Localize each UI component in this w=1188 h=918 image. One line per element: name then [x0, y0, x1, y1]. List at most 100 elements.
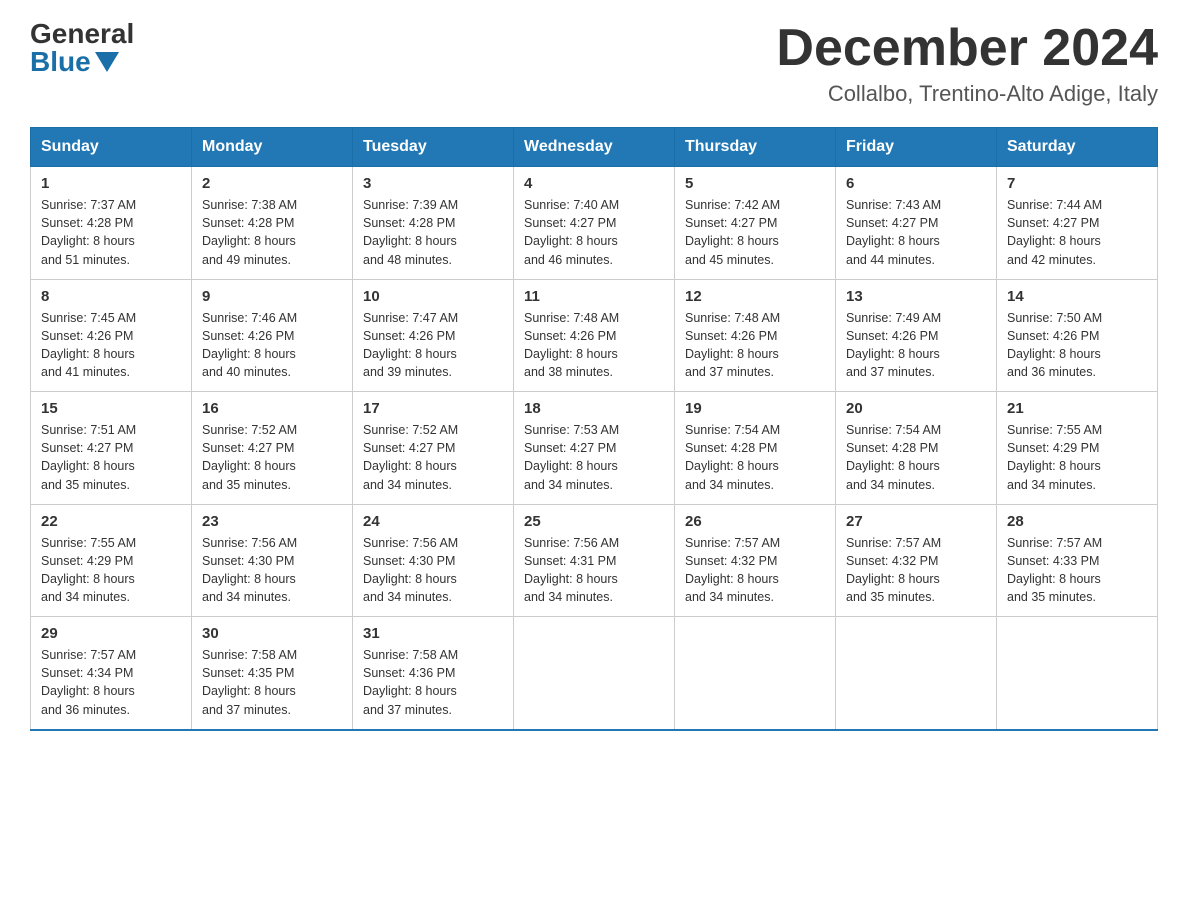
calendar-header-row: SundayMondayTuesdayWednesdayThursdayFrid…: [31, 128, 1158, 167]
day-info: Sunrise: 7:48 AMSunset: 4:26 PMDaylight:…: [685, 309, 825, 382]
day-number: 17: [363, 400, 503, 417]
col-header-wednesday: Wednesday: [514, 128, 675, 167]
day-info: Sunrise: 7:45 AMSunset: 4:26 PMDaylight:…: [41, 309, 181, 382]
table-row: 4Sunrise: 7:40 AMSunset: 4:27 PMDaylight…: [514, 167, 675, 280]
day-number: 29: [41, 625, 181, 642]
table-row: [997, 617, 1158, 730]
day-number: 9: [202, 288, 342, 305]
col-header-tuesday: Tuesday: [353, 128, 514, 167]
day-number: 3: [363, 175, 503, 192]
day-info: Sunrise: 7:46 AMSunset: 4:26 PMDaylight:…: [202, 309, 342, 382]
day-number: 21: [1007, 400, 1147, 417]
day-number: 11: [524, 288, 664, 305]
day-number: 6: [846, 175, 986, 192]
table-row: 15 Sunrise: 7:51 AMSunset: 4:27 PMDayligh…: [31, 392, 192, 505]
table-row: 20 Sunrise: 7:54 AMSunset: 4:28 PMDayligh…: [836, 392, 997, 505]
col-header-saturday: Saturday: [997, 128, 1158, 167]
table-row: 6 Sunrise: 7:43 AMSunset: 4:27 PMDaylight…: [836, 167, 997, 280]
col-header-thursday: Thursday: [675, 128, 836, 167]
calendar-week-row: 15 Sunrise: 7:51 AMSunset: 4:27 PMDayligh…: [31, 392, 1158, 505]
day-number: 10: [363, 288, 503, 305]
table-row: 21Sunrise: 7:55 AMSunset: 4:29 PMDayligh…: [997, 392, 1158, 505]
table-row: [514, 617, 675, 730]
day-info: Sunrise: 7:52 AMSunset: 4:27 PMDaylight:…: [202, 421, 342, 494]
day-number: 8: [41, 288, 181, 305]
day-number: 2: [202, 175, 342, 192]
day-number: 13: [846, 288, 986, 305]
calendar-week-row: 29 Sunrise: 7:57 AMSunset: 4:34 PMDayligh…: [31, 617, 1158, 730]
table-row: 14 Sunrise: 7:50 AMSunset: 4:26 PMDayligh…: [997, 279, 1158, 392]
table-row: 10Sunrise: 7:47 AMSunset: 4:26 PMDayligh…: [353, 279, 514, 392]
table-row: 25Sunrise: 7:56 AMSunset: 4:31 PMDayligh…: [514, 504, 675, 617]
table-row: [675, 617, 836, 730]
day-info: Sunrise: 7:37 AMSunset: 4:28 PMDaylight:…: [41, 196, 181, 269]
day-number: 24: [363, 513, 503, 530]
table-row: 29 Sunrise: 7:57 AMSunset: 4:34 PMDayligh…: [31, 617, 192, 730]
day-number: 5: [685, 175, 825, 192]
table-row: 22 Sunrise: 7:55 AMSunset: 4:29 PMDayligh…: [31, 504, 192, 617]
table-row: 5 Sunrise: 7:42 AMSunset: 4:27 PMDaylight…: [675, 167, 836, 280]
table-row: 31Sunrise: 7:58 AMSunset: 4:36 PMDayligh…: [353, 617, 514, 730]
table-row: [836, 617, 997, 730]
day-info: Sunrise: 7:44 AMSunset: 4:27 PMDaylight:…: [1007, 196, 1147, 269]
day-number: 1: [41, 175, 181, 192]
table-row: 11 Sunrise: 7:48 AMSunset: 4:26 PMDayligh…: [514, 279, 675, 392]
day-info: Sunrise: 7:57 AMSunset: 4:32 PMDaylight:…: [685, 534, 825, 607]
table-row: 8 Sunrise: 7:45 AMSunset: 4:26 PMDaylight…: [31, 279, 192, 392]
day-info: Sunrise: 7:54 AMSunset: 4:28 PMDaylight:…: [685, 421, 825, 494]
logo-blue-text: Blue: [30, 48, 119, 76]
day-info: Sunrise: 7:43 AMSunset: 4:27 PMDaylight:…: [846, 196, 986, 269]
calendar-week-row: 1 Sunrise: 7:37 AMSunset: 4:28 PMDaylight…: [31, 167, 1158, 280]
table-row: 3Sunrise: 7:39 AMSunset: 4:28 PMDaylight…: [353, 167, 514, 280]
day-info: Sunrise: 7:54 AMSunset: 4:28 PMDaylight:…: [846, 421, 986, 494]
table-row: 23 Sunrise: 7:56 AMSunset: 4:30 PMDayligh…: [192, 504, 353, 617]
day-info: Sunrise: 7:57 AMSunset: 4:32 PMDaylight:…: [846, 534, 986, 607]
day-number: 22: [41, 513, 181, 530]
day-info: Sunrise: 7:53 AMSunset: 4:27 PMDaylight:…: [524, 421, 664, 494]
table-row: 27 Sunrise: 7:57 AMSunset: 4:32 PMDayligh…: [836, 504, 997, 617]
day-number: 27: [846, 513, 986, 530]
calendar-week-row: 8 Sunrise: 7:45 AMSunset: 4:26 PMDaylight…: [31, 279, 1158, 392]
day-number: 14: [1007, 288, 1147, 305]
day-info: Sunrise: 7:58 AMSunset: 4:36 PMDaylight:…: [363, 646, 503, 719]
calendar-subtitle: Collalbo, Trentino-Alto Adige, Italy: [776, 81, 1158, 107]
logo-triangle-icon: [95, 52, 119, 72]
day-number: 23: [202, 513, 342, 530]
table-row: 30 Sunrise: 7:58 AMSunset: 4:35 PMDayligh…: [192, 617, 353, 730]
calendar-title: December 2024: [776, 20, 1158, 77]
day-number: 7: [1007, 175, 1147, 192]
table-row: 16 Sunrise: 7:52 AMSunset: 4:27 PMDayligh…: [192, 392, 353, 505]
col-header-sunday: Sunday: [31, 128, 192, 167]
table-row: 17 Sunrise: 7:52 AMSunset: 4:27 PMDayligh…: [353, 392, 514, 505]
day-number: 4: [524, 175, 664, 192]
day-number: 20: [846, 400, 986, 417]
table-row: 28Sunrise: 7:57 AMSunset: 4:33 PMDayligh…: [997, 504, 1158, 617]
calendar-table: SundayMondayTuesdayWednesdayThursdayFrid…: [30, 127, 1158, 731]
title-section: December 2024 Collalbo, Trentino-Alto Ad…: [776, 20, 1158, 107]
day-number: 12: [685, 288, 825, 305]
day-info: Sunrise: 7:57 AMSunset: 4:34 PMDaylight:…: [41, 646, 181, 719]
table-row: 9 Sunrise: 7:46 AMSunset: 4:26 PMDaylight…: [192, 279, 353, 392]
day-number: 26: [685, 513, 825, 530]
day-info: Sunrise: 7:48 AMSunset: 4:26 PMDaylight:…: [524, 309, 664, 382]
day-info: Sunrise: 7:51 AMSunset: 4:27 PMDaylight:…: [41, 421, 181, 494]
day-info: Sunrise: 7:58 AMSunset: 4:35 PMDaylight:…: [202, 646, 342, 719]
logo: General Blue: [30, 20, 134, 76]
day-info: Sunrise: 7:52 AMSunset: 4:27 PMDaylight:…: [363, 421, 503, 494]
table-row: 19 Sunrise: 7:54 AMSunset: 4:28 PMDayligh…: [675, 392, 836, 505]
day-number: 16: [202, 400, 342, 417]
table-row: 12 Sunrise: 7:48 AMSunset: 4:26 PMDayligh…: [675, 279, 836, 392]
day-number: 18: [524, 400, 664, 417]
table-row: 18 Sunrise: 7:53 AMSunset: 4:27 PMDayligh…: [514, 392, 675, 505]
page-header: General Blue December 2024 Collalbo, Tre…: [30, 20, 1158, 107]
day-number: 19: [685, 400, 825, 417]
day-info: Sunrise: 7:55 AMSunset: 4:29 PMDaylight:…: [41, 534, 181, 607]
day-info: Sunrise: 7:42 AMSunset: 4:27 PMDaylight:…: [685, 196, 825, 269]
day-info: Sunrise: 7:56 AMSunset: 4:30 PMDaylight:…: [202, 534, 342, 607]
day-number: 30: [202, 625, 342, 642]
day-info: Sunrise: 7:50 AMSunset: 4:26 PMDaylight:…: [1007, 309, 1147, 382]
day-info: Sunrise: 7:49 AMSunset: 4:26 PMDaylight:…: [846, 309, 986, 382]
table-row: 1 Sunrise: 7:37 AMSunset: 4:28 PMDaylight…: [31, 167, 192, 280]
day-number: 15: [41, 400, 181, 417]
calendar-week-row: 22 Sunrise: 7:55 AMSunset: 4:29 PMDayligh…: [31, 504, 1158, 617]
